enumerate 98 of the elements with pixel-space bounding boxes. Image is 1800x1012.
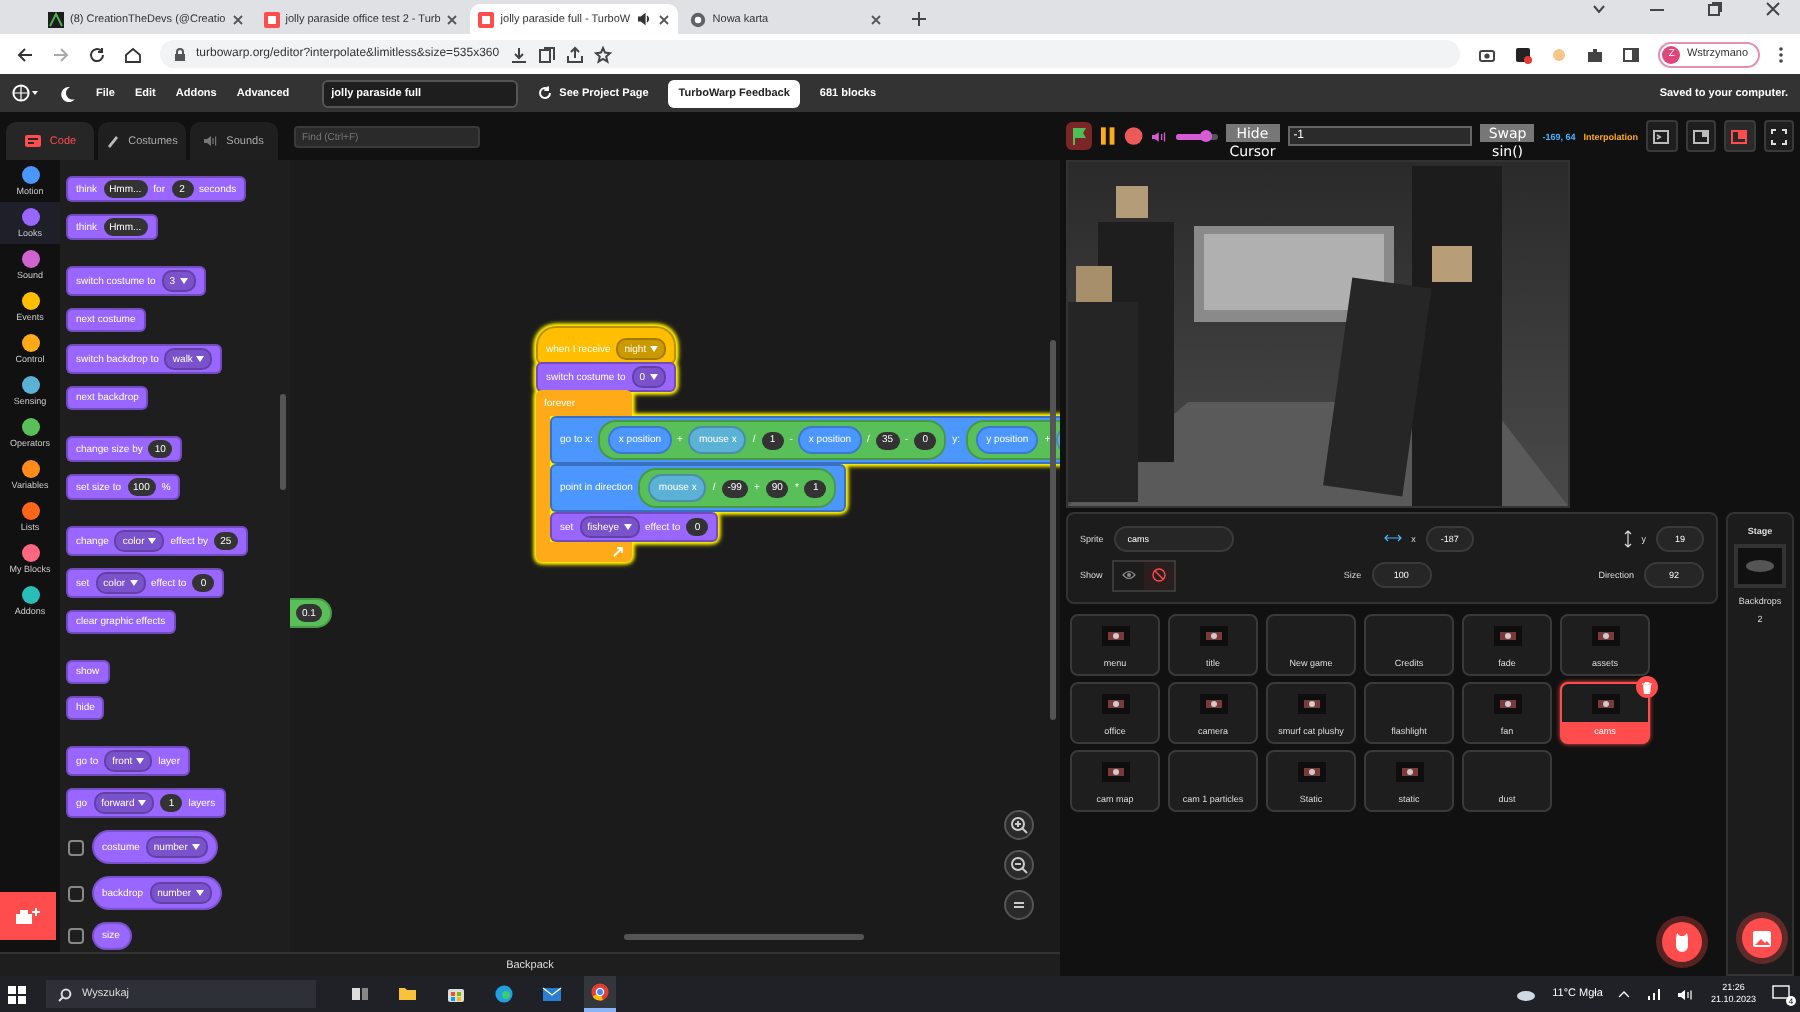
favicon-icon — [478, 11, 495, 27]
large-stage-icon — [1730, 127, 1749, 145]
moon-icon[interactable] — [60, 85, 76, 101]
zoom-in-icon — [1010, 816, 1028, 834]
caret-icon — [191, 844, 200, 850]
close-icon[interactable] — [446, 13, 459, 25]
chrome-icon — [590, 982, 610, 1002]
copy-icon[interactable] — [537, 45, 556, 63]
sidebar-icon[interactable] — [1622, 45, 1641, 63]
flag-button[interactable] — [1066, 122, 1093, 150]
extension-icon[interactable] — [1514, 45, 1533, 63]
close-icon[interactable] — [658, 13, 671, 25]
speaker-icon[interactable] — [638, 12, 653, 26]
restore-icon[interactable] — [1708, 2, 1722, 16]
checkbox[interactable] — [68, 839, 84, 855]
pause-button[interactable] — [1100, 126, 1117, 146]
scrollbar[interactable] — [1050, 340, 1056, 720]
caret-icon — [179, 278, 188, 284]
edge-icon — [494, 984, 514, 1004]
download-icon[interactable] — [509, 45, 528, 63]
reload-icon[interactable] — [88, 45, 106, 63]
favicon-icon — [48, 11, 64, 27]
volume-icon[interactable] — [1678, 987, 1695, 1001]
search-icon — [58, 987, 72, 1001]
chevron-down-icon[interactable] — [1592, 4, 1606, 14]
scrollbar[interactable] — [624, 934, 864, 940]
camera-icon[interactable] — [1478, 45, 1497, 63]
close-icon[interactable] — [1766, 2, 1780, 16]
taskbar-app[interactable] — [584, 976, 616, 1012]
stop-button[interactable] — [1124, 126, 1144, 146]
brush-icon — [106, 134, 121, 148]
trash-icon — [1642, 681, 1652, 693]
cat-icon — [1672, 932, 1692, 952]
home-icon[interactable] — [124, 45, 142, 63]
flag-icon — [1069, 126, 1090, 146]
chevron-up-icon[interactable] — [1618, 990, 1631, 998]
debug-icon — [1652, 127, 1671, 145]
cloud-icon — [1516, 987, 1537, 1001]
minimize-icon[interactable] — [1650, 4, 1664, 14]
volume-slider[interactable] — [1175, 133, 1218, 139]
caret-icon — [195, 890, 204, 896]
stage-view-button[interactable] — [1763, 120, 1794, 152]
delete-button[interactable] — [1636, 676, 1658, 698]
loop-arrow-icon — [612, 546, 624, 558]
language-icon[interactable] — [12, 84, 40, 102]
favicon-icon — [263, 11, 280, 27]
fullscreen-icon — [1769, 127, 1788, 145]
volume-icon[interactable] — [1151, 129, 1168, 143]
vertical-arrow-icon — [1623, 529, 1632, 547]
extension-icon — [16, 907, 40, 925]
stage-view-button[interactable] — [1685, 120, 1717, 152]
mail-icon — [542, 984, 562, 1004]
folder-icon — [398, 984, 418, 1004]
add-sprite-button[interactable] — [1662, 922, 1702, 962]
checkbox[interactable] — [68, 885, 84, 901]
puzzle-icon[interactable] — [1586, 45, 1605, 63]
store-icon — [446, 984, 466, 1004]
speaker-icon — [204, 134, 219, 148]
caret-icon — [623, 524, 632, 530]
caret-icon — [650, 346, 659, 352]
caret-icon — [649, 374, 658, 380]
share-icon[interactable] — [565, 45, 584, 63]
new-tab-icon[interactable] — [910, 10, 929, 28]
hide-button[interactable] — [1144, 561, 1175, 589]
network-icon[interactable] — [1646, 987, 1663, 1001]
caret-icon — [148, 538, 157, 544]
hidden-eye-icon — [1152, 568, 1167, 582]
horizontal-arrow-icon — [1383, 534, 1402, 542]
image-icon — [1752, 929, 1772, 947]
eye-icon — [1122, 570, 1137, 580]
caret-icon — [138, 800, 147, 806]
star-icon[interactable] — [593, 45, 612, 63]
caret-icon — [136, 758, 145, 764]
menu-icon[interactable] — [1778, 45, 1784, 63]
task-view-icon — [350, 984, 370, 1004]
add-backdrop-button[interactable] — [1742, 918, 1782, 958]
code-icon — [23, 134, 42, 148]
close-icon[interactable] — [870, 13, 883, 25]
windows-start-icon[interactable] — [8, 985, 26, 1003]
zoom-in-button[interactable] — [1004, 810, 1034, 840]
checkbox[interactable] — [68, 928, 84, 944]
stage-view-button[interactable] — [1646, 120, 1678, 152]
zoom-out-icon — [1010, 856, 1028, 874]
add-extension-button[interactable] — [0, 892, 56, 940]
scrollbar[interactable] — [280, 394, 286, 490]
lock-icon — [174, 47, 186, 61]
refresh-icon — [537, 86, 552, 100]
close-icon[interactable] — [231, 13, 244, 25]
back-icon[interactable] — [16, 45, 34, 63]
reset-zoom-icon — [1010, 896, 1028, 914]
caret-icon — [196, 356, 205, 362]
notification-icon — [1772, 984, 1790, 1002]
favicon-icon — [690, 11, 707, 27]
caret-icon — [129, 580, 138, 586]
small-stage-icon — [1691, 127, 1710, 145]
backdrop-thumbnail[interactable] — [1734, 544, 1786, 588]
zoom-out-button[interactable] — [1004, 850, 1034, 880]
reset-zoom-button[interactable] — [1004, 890, 1034, 920]
